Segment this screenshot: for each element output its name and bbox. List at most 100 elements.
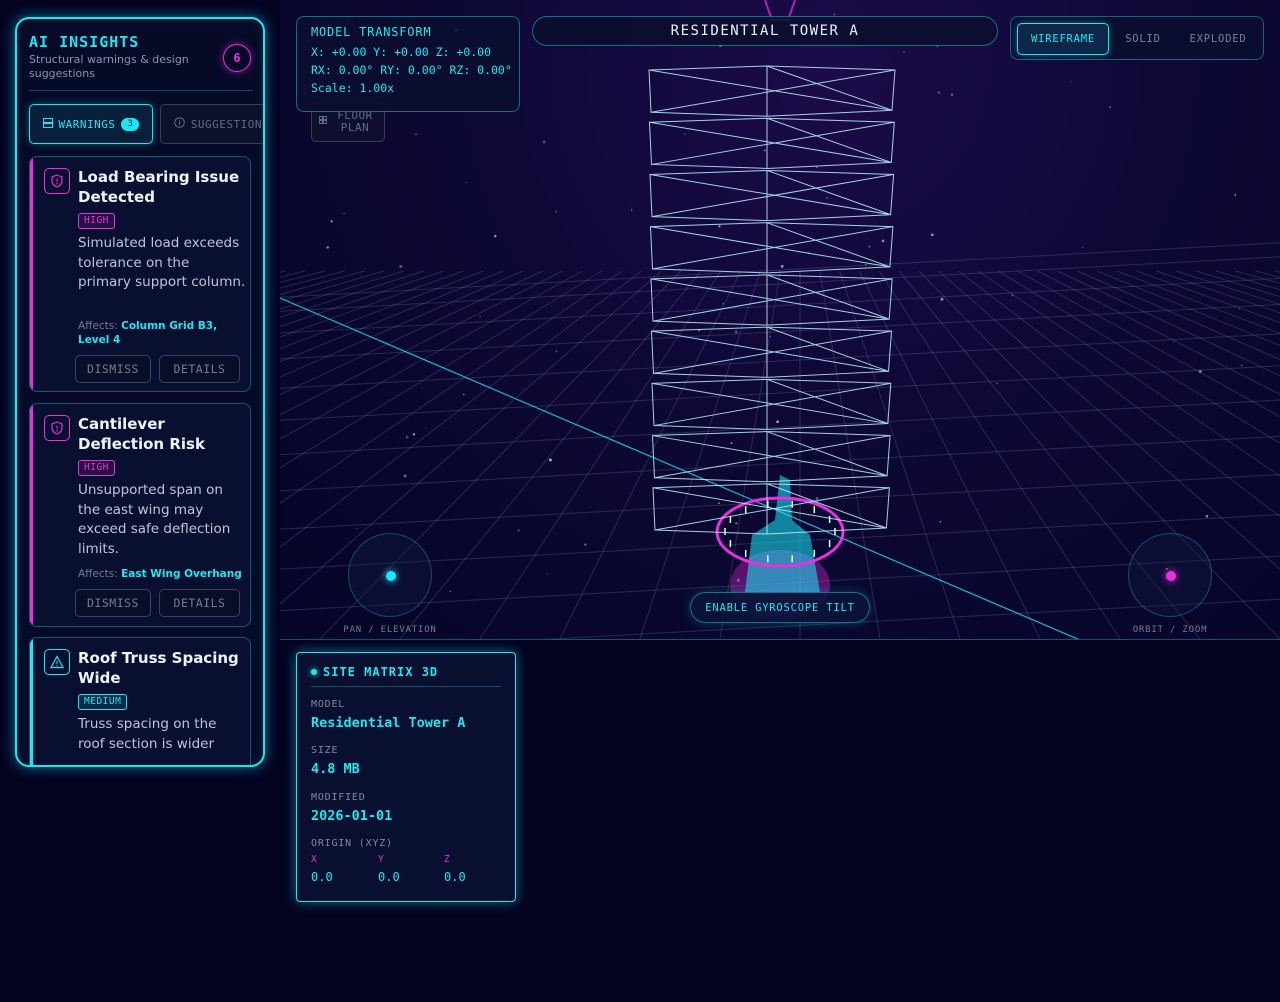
star [542,140,546,144]
grid-line [1235,270,1280,284]
affects-label: Affects: [78,320,118,332]
star [868,245,871,248]
grid-line [1215,270,1280,291]
card-title: Roof Truss Spacing Wide [78,649,239,687]
star [449,590,452,593]
origin-y-label: Y [378,854,384,865]
transform-title: MODEL TRANSFORM [311,25,432,39]
star [826,197,828,199]
insight-card[interactable]: Cantilever Deflection Risk HIGH Unsuppor… [29,403,251,627]
star [1240,364,1243,367]
star [631,209,633,211]
model-transform-panel: MODEL TRANSFORM X: +0.00 Y: +0.00 Z: +0.… [296,16,520,112]
star [493,234,497,238]
affects-label: Affects: [78,568,118,580]
star [403,474,407,478]
exploded-mode-button[interactable]: EXPLODED [1177,23,1259,55]
severity-badge: MEDIUM [78,694,128,710]
star [950,93,954,96]
star [546,573,548,575]
insight-card[interactable]: Roof Truss Spacing Wide MEDIUM Truss spa… [29,637,251,765]
origin-z-label: Z [444,854,450,865]
tab-warnings[interactable]: WARNINGS 3 [29,104,153,144]
floor-brace [766,222,891,268]
star [940,297,944,301]
star [555,350,558,352]
star [1082,246,1084,248]
dismiss-button[interactable]: DISMISS [75,355,151,383]
grid-line [559,270,742,639]
size-value: 4.8 MB [311,761,360,777]
star [517,529,520,532]
star [1069,81,1072,83]
star [717,502,720,505]
card-title: Load Bearing Issue Detected [78,168,240,206]
origin-x-label: X [311,854,317,865]
site-title: SITE MATRIX 3D [311,665,438,679]
star [405,435,409,439]
triangle-alert-icon [44,649,70,675]
orbit-joystick-handle[interactable] [1166,571,1176,581]
gyroscope-tilt-button[interactable]: ENABLE GYROSCOPE TILT [690,592,870,623]
grid-line [280,270,345,289]
panel-subtitle: Structural warnings & design suggestions [29,53,189,80]
floor-brace [766,65,893,111]
star [399,264,403,269]
star [722,303,724,305]
info-icon [174,117,185,131]
floor-brace [766,431,888,477]
transform-position: X: +0.00 Y: +0.00 Z: +0.00 [311,45,492,59]
card-description: Unsupported span on the east wing may ex… [78,482,231,557]
insight-card[interactable]: Load Bearing Issue Detected HIGH Simulat… [29,156,251,392]
pan-joystick[interactable] [348,533,432,617]
star [903,50,905,53]
size-label: SIZE [311,745,339,756]
star [1205,514,1209,518]
panel-title: AI INSIGHTS [29,33,140,51]
view-mode-toggle: WIREFRAME SOLID EXPLODED [1010,16,1264,60]
details-button[interactable]: DETAILS [159,589,240,617]
severity-bar [30,638,33,765]
grid-line [280,365,1280,421]
star [734,330,738,334]
dismiss-button[interactable]: DISMISS [75,589,151,617]
pan-label: PAN / ELEVATION [343,625,437,635]
grid-line [319,270,682,639]
star [815,166,818,169]
tab-label: WARNINGS [58,117,116,131]
details-button[interactable]: DETAILS [159,355,240,383]
model-label: MODEL [311,699,346,710]
tab-suggestions[interactable]: SUGGESTIONS 3 [160,104,263,144]
star [763,149,766,152]
card-description: Truss spacing on the roof section is wid… [78,716,217,752]
solid-mode-button[interactable]: SOLID [1115,23,1171,55]
star [939,521,942,523]
grid-line [280,270,583,440]
tab-count: 3 [121,117,140,131]
grid-line [938,270,1280,570]
star [330,220,333,223]
grid-line [280,270,642,548]
floor-brace [649,173,891,216]
tab-label: FLOOR PLAN [337,109,373,134]
model-value: Residential Tower A [311,715,466,731]
severity-badge: HIGH [78,460,115,476]
orbit-label: ORBIT / ZOOM [1132,625,1208,635]
card-title: Cantilever Deflection Risk [78,415,205,453]
floor-brace [652,435,888,477]
insight-count-badge: 6 [223,44,251,72]
floor-brace [650,226,890,268]
orbit-joystick[interactable] [1128,533,1212,617]
star [683,132,686,135]
affects-value: East Wing Overhang [121,568,242,580]
star [735,522,738,525]
origin-y-value: 0.0 [378,870,400,884]
pan-joystick-handle[interactable] [386,571,396,581]
wireframe-mode-button[interactable]: WIREFRAME [1017,23,1109,55]
shield-alert-icon [44,168,70,194]
status-dot-icon [311,669,317,675]
star [465,181,467,183]
origin-label: ORIGIN (XYZ) [311,838,393,849]
transform-scale: Scale: 1.00x [311,81,395,95]
modified-label: MODIFIED [311,792,366,803]
